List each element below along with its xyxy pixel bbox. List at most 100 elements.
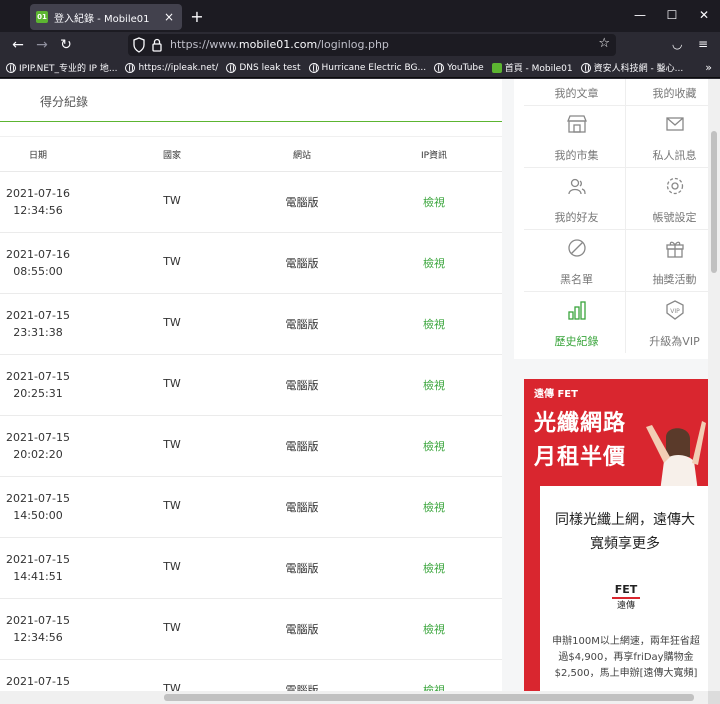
bookmark-item[interactable]: Hurricane Electric BG...: [308, 62, 426, 73]
row-site: 電腦版: [285, 379, 319, 392]
row-country: TW: [163, 621, 181, 634]
ad-card-body: 申辦100M以上網速，兩年狂省超過$4,900，再享friDay購物金$2,50…: [552, 636, 700, 679]
shield-icon[interactable]: [132, 37, 146, 53]
chart-icon: [568, 301, 586, 320]
sidebar-item-label: 我的市集: [554, 149, 599, 162]
close-window-icon[interactable]: ✕: [696, 8, 712, 22]
table-row: 2021-07-15 14:41:51 TW 電腦版 檢視: [0, 538, 502, 599]
sidebar-item-mail[interactable]: 私人訊息: [626, 105, 708, 167]
fet-advertisement[interactable]: 遠傳 FET 光纖網路 月租半價 同樣光纖上網，遠傳大寬頻享更多 FET 遠傳 …: [524, 379, 708, 691]
row-date-day: 2021-07-15: [6, 431, 70, 444]
mobile01-favicon-icon: 01: [36, 11, 48, 23]
login-log-panel: 得分紀錄 日期 國家 網站 IP資訊 2021-07-16 12:34:56 TW 電…: [0, 79, 502, 691]
title-bar: 01 登入紀錄 - Mobile01 × + — ☐ ✕: [0, 0, 720, 32]
table-row: 2021-07-15 12:34:56 TW 電腦版 檢視: [0, 599, 502, 660]
sidebar-item-label: 抽獎活動: [652, 273, 697, 286]
row-country: TW: [163, 682, 181, 691]
sidebar-item-gear[interactable]: 帳號設定: [626, 167, 708, 229]
table-row: 2021-07-15 20:02:20 TW 電腦版 檢視: [0, 416, 502, 477]
row-country: TW: [163, 499, 181, 512]
lock-icon[interactable]: [150, 37, 164, 53]
row-ip-view-link[interactable]: 檢視: [402, 438, 466, 454]
ad-brand: 遠傳 FET: [534, 389, 578, 400]
row-country: TW: [163, 560, 181, 573]
row-date-day: 2021-07-15: [6, 553, 70, 566]
row-ip-view-link[interactable]: 檢視: [402, 560, 466, 576]
horizontal-scroll-thumb[interactable]: [164, 694, 694, 701]
browser-tab[interactable]: 01 登入紀錄 - Mobile01 ×: [30, 4, 182, 30]
row-ip-view-link[interactable]: 檢視: [402, 255, 466, 271]
row-date-day: 2021-07-16: [6, 187, 70, 200]
menu-icon[interactable]: ≡: [698, 37, 708, 51]
scrollbar-corner: [708, 691, 720, 704]
close-tab-icon[interactable]: ×: [162, 10, 176, 24]
bookmark-item[interactable]: 資安人科技網 - 鑿心...: [580, 61, 684, 74]
sidebar-item-block[interactable]: 黑名單: [528, 229, 625, 291]
sidebar-item-article[interactable]: 我的文章: [528, 79, 625, 105]
row-site: 電腦版: [285, 684, 319, 691]
sidebar-item-vip[interactable]: VIP 升級為VIP: [626, 291, 708, 353]
row-date-time: 20:02:20: [13, 448, 63, 461]
sidebar-item-gift[interactable]: 抽獎活動: [626, 229, 708, 291]
member-menu: 我的文章 我的收藏我的市集 私人訊息 我的好友 帳號設定黑名單 抽獎活動歷史紀錄 VIP 升級…: [514, 79, 708, 359]
row-date-day: 2021-07-15: [6, 370, 70, 383]
vertical-scrollbar[interactable]: [708, 79, 720, 691]
mobile01-icon: [491, 62, 502, 73]
minimize-icon[interactable]: —: [632, 8, 648, 22]
row-ip-view-link[interactable]: 檢視: [402, 316, 466, 332]
bookmark-item[interactable]: YouTube: [434, 62, 484, 73]
bookmark-label: 資安人科技網 - 鑿心...: [593, 64, 684, 74]
url-bar[interactable]: https://www.mobile01.com/loginlog.php ☆: [128, 34, 616, 56]
bookmark-item[interactable]: 首頁 - Mobile01: [491, 61, 573, 74]
col-site: 網站: [292, 151, 311, 161]
friends-icon: [568, 178, 586, 195]
row-country: TW: [163, 255, 181, 268]
bookmark-item[interactable]: https://ipleak.net/: [125, 62, 219, 73]
forward-icon[interactable]: →: [34, 36, 50, 54]
sidebar-item-shop[interactable]: 我的市集: [528, 105, 625, 167]
block-icon: [568, 239, 586, 257]
sidebar-item-label: 帳號設定: [652, 211, 697, 224]
sidebar: 我的文章 我的收藏我的市集 私人訊息 我的好友 帳號設定黑名單 抽獎活動歷史紀錄 VIP 升級…: [514, 79, 708, 691]
bookmark-item[interactable]: DNS leak test: [226, 62, 301, 73]
row-date-day: 2021-07-16: [6, 248, 70, 261]
horizontal-scrollbar[interactable]: [0, 691, 708, 704]
ad-card-headline: 同樣光纖上網，遠傳大寬頻享更多: [555, 512, 695, 552]
vertical-scroll-thumb[interactable]: [711, 131, 717, 273]
row-date-time: 12:34:56: [13, 204, 63, 217]
bookmark-label: https://ipleak.net/: [138, 62, 219, 73]
more-bookmarks-icon[interactable]: »: [705, 61, 712, 74]
col-ip: IP資訊: [420, 151, 448, 161]
sidebar-item-label: 黑名單: [560, 273, 593, 286]
sidebar-item-friends[interactable]: 我的好友: [528, 167, 625, 229]
fet-logo: FET 遠傳: [610, 584, 642, 614]
globe-icon: [226, 62, 237, 73]
url-text: https://www.mobile01.com/loginlog.php: [170, 38, 389, 51]
table-row: 2021-07-15 20:25:31 TW 電腦版 檢視: [0, 355, 502, 416]
row-date-day: 2021-07-15: [6, 492, 70, 505]
reload-icon[interactable]: ↻: [58, 36, 74, 54]
row-ip-view-link[interactable]: 檢視: [402, 621, 466, 637]
pocket-icon[interactable]: ◡: [672, 37, 682, 51]
row-site: 電腦版: [285, 440, 319, 453]
bookmark-star-icon[interactable]: ☆: [598, 36, 610, 51]
sidebar-item-favorite[interactable]: 我的收藏: [626, 79, 708, 105]
row-ip-view-link[interactable]: 檢視: [402, 377, 466, 393]
row-ip-view-link[interactable]: 檢視: [402, 682, 466, 691]
bookmark-label: YouTube: [447, 62, 484, 73]
row-date: 2021-07-16 08:55:00: [0, 246, 76, 280]
col-country: 國家: [162, 151, 181, 161]
row-date-time: 12:34:56: [13, 631, 63, 644]
row-date: 2021-07-15 12:34:56: [0, 612, 76, 646]
row-ip-view-link[interactable]: 檢視: [402, 194, 466, 210]
new-tab-icon[interactable]: +: [189, 7, 205, 26]
bookmark-item[interactable]: IPIP.NET_专业的 IP 地...: [6, 61, 117, 74]
row-date: 2021-07-15 14:50:00: [0, 490, 76, 524]
back-icon[interactable]: ←: [10, 36, 26, 54]
row-ip-view-link[interactable]: 檢視: [402, 499, 466, 515]
sidebar-item-chart[interactable]: 歷史紀錄: [528, 291, 625, 353]
url-prefix: https://www.: [170, 38, 239, 51]
menu-divider: [524, 105, 708, 106]
globe-icon: [125, 62, 136, 73]
maximize-icon[interactable]: ☐: [664, 8, 680, 22]
